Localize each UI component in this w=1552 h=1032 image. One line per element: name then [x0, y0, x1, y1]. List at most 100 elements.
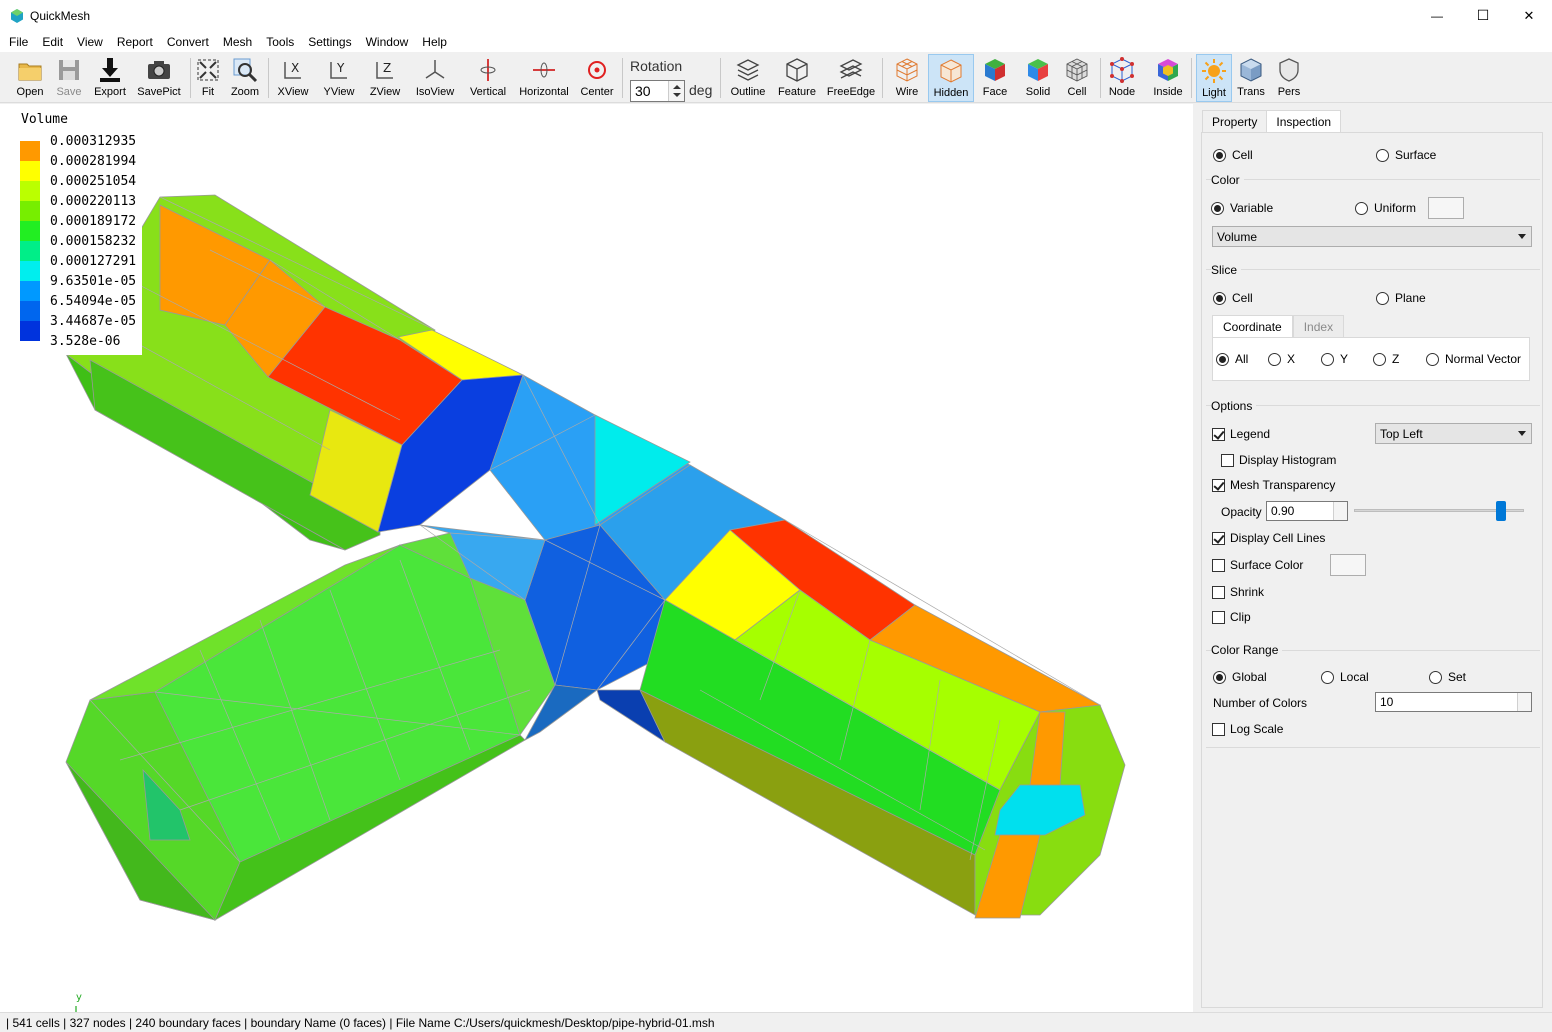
legend-position-select[interactable]: Top Left [1375, 423, 1532, 444]
chevron-down-icon [1518, 234, 1526, 239]
export-button[interactable]: Export [92, 54, 128, 102]
feature-button[interactable]: Feature [775, 54, 819, 102]
menu-report[interactable]: Report [112, 35, 158, 49]
coord-x-radio[interactable]: X [1268, 352, 1295, 366]
horizontal-button[interactable]: Horizontal [516, 54, 572, 102]
cell-button[interactable]: Cell [1062, 54, 1092, 102]
legend-value: 0.000127291 [50, 253, 137, 269]
target-surface-radio[interactable]: Surface [1376, 148, 1436, 162]
freeedge-button[interactable]: FreeEdge [826, 54, 876, 102]
num-colors-input[interactable]: 10 [1375, 692, 1532, 712]
mesh-rendering[interactable] [0, 104, 1193, 1012]
coordinate-options: All X Y Z Normal Vector [1212, 337, 1530, 381]
tab-inspection[interactable]: Inspection [1266, 110, 1342, 132]
range-global-radio[interactable]: Global [1213, 670, 1267, 684]
log-scale-checkbox[interactable]: Log Scale [1212, 722, 1283, 736]
menu-edit[interactable]: Edit [37, 35, 68, 49]
target-icon [588, 61, 606, 79]
menu-mesh[interactable]: Mesh [218, 35, 257, 49]
vertical-button[interactable]: Vertical [466, 54, 510, 102]
open-button[interactable]: Open [14, 54, 46, 102]
mesh-viewport[interactable]: Volume 0.000312935 0.000281994 0.000251054… [0, 104, 1193, 1012]
maximize-button[interactable]: ☐ [1460, 0, 1506, 31]
coord-z-radio[interactable]: Z [1373, 352, 1399, 366]
subtab-index[interactable]: Index [1292, 315, 1345, 337]
surface-color-checkbox[interactable]: Surface Color [1212, 558, 1303, 572]
legend-swatch [20, 201, 40, 221]
legend-swatch [20, 281, 40, 301]
center-button[interactable]: Center [577, 54, 617, 102]
zview-button[interactable]: Z ZView [367, 54, 403, 102]
coord-all-radio[interactable]: All [1216, 352, 1248, 366]
folder-icon [18, 63, 42, 81]
rotation-spinner[interactable] [668, 81, 684, 101]
tab-property[interactable]: Property [1202, 110, 1268, 132]
menu-convert[interactable]: Convert [162, 35, 214, 49]
close-icon: ✕ [1523, 7, 1535, 23]
axis-triad: y x z [75, 992, 82, 1012]
variable-select[interactable]: Volume [1212, 226, 1532, 247]
save-button[interactable]: Save [54, 54, 84, 102]
menu-help[interactable]: Help [417, 35, 452, 49]
menu-file[interactable]: File [4, 35, 33, 49]
rotation-unit: deg [689, 82, 713, 98]
savepict-button[interactable]: SavePict [136, 54, 182, 102]
mesh-transparency-checkbox[interactable]: Mesh Transparency [1212, 478, 1335, 492]
subtab-coordinate[interactable]: Coordinate [1212, 315, 1293, 337]
color-uniform-radio[interactable]: Uniform [1355, 201, 1416, 215]
axis-y-label: y [76, 992, 82, 1003]
xview-button[interactable]: X XView [275, 54, 311, 102]
inside-button[interactable]: Inside [1150, 54, 1186, 102]
toolbar: Open Save Export SavePict Fit Zoom X XVi… [0, 52, 1552, 103]
slice-plane-radio[interactable]: Plane [1376, 291, 1426, 305]
yview-button[interactable]: Y YView [321, 54, 357, 102]
zoom-button[interactable]: Zoom [229, 54, 261, 102]
shrink-checkbox[interactable]: Shrink [1212, 585, 1264, 599]
color-variable-radio[interactable]: Variable [1211, 201, 1273, 215]
coord-normal-radio[interactable]: Normal Vector [1426, 352, 1521, 366]
menu-window[interactable]: Window [361, 35, 414, 49]
legend-swatch [20, 321, 40, 341]
surface-color-button[interactable] [1330, 554, 1366, 576]
clip-checkbox[interactable]: Clip [1212, 610, 1251, 624]
window-title: QuickMesh [30, 8, 91, 23]
menu-view[interactable]: View [72, 35, 108, 49]
minimize-button[interactable]: — [1414, 0, 1460, 31]
cell-lines-checkbox[interactable]: Display Cell Lines [1212, 531, 1325, 545]
slice-cell-radio[interactable]: Cell [1213, 291, 1253, 305]
uniform-color-button[interactable] [1428, 197, 1464, 219]
spin-arrows-icon[interactable] [1517, 693, 1531, 711]
hidden-button[interactable]: Hidden [928, 54, 974, 102]
histogram-checkbox[interactable]: Display Histogram [1221, 453, 1336, 467]
svg-text:Z: Z [383, 61, 391, 75]
range-set-radio[interactable]: Set [1429, 670, 1466, 684]
light-button[interactable]: Light [1196, 54, 1232, 102]
legend-value: 3.44687e-05 [50, 313, 137, 329]
opacity-input[interactable]: 0.90 [1266, 501, 1348, 521]
legend-swatch [20, 221, 40, 241]
face-button[interactable]: Face [980, 54, 1010, 102]
outline-button[interactable]: Outline [728, 54, 768, 102]
spin-arrows-icon[interactable] [1333, 502, 1347, 520]
isoview-button[interactable]: IsoView [413, 54, 457, 102]
fit-button[interactable]: Fit [195, 54, 221, 102]
opacity-slider-thumb[interactable] [1496, 501, 1506, 521]
node-button[interactable]: Node [1106, 54, 1138, 102]
menu-settings[interactable]: Settings [303, 35, 356, 49]
close-button[interactable]: ✕ [1506, 0, 1552, 31]
maximize-icon: ☐ [1476, 7, 1490, 23]
legend-checkbox[interactable]: Legend [1212, 427, 1270, 441]
wire-button[interactable]: Wire [890, 54, 924, 102]
range-local-radio[interactable]: Local [1321, 670, 1369, 684]
pers-button[interactable]: Pers [1274, 54, 1304, 102]
trans-button[interactable]: Trans [1236, 54, 1266, 102]
camera-icon [148, 61, 170, 79]
node-cube-icon [1110, 57, 1134, 83]
menu-tools[interactable]: Tools [261, 35, 299, 49]
coord-y-radio[interactable]: Y [1321, 352, 1348, 366]
target-cell-radio[interactable]: Cell [1213, 148, 1253, 162]
legend-value: 0.000251054 [50, 173, 137, 189]
y-axis-view-icon: Y [330, 61, 347, 79]
options-group-title: Options [1211, 399, 1257, 413]
solid-button[interactable]: Solid [1022, 54, 1054, 102]
